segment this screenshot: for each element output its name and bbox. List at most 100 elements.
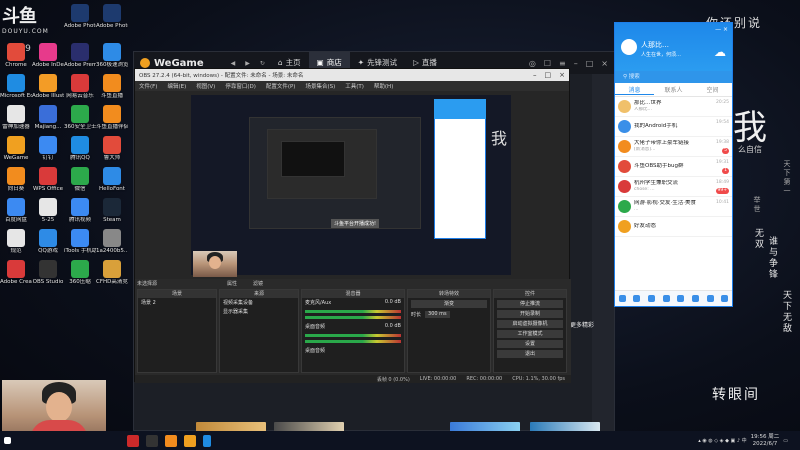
obs-menu-item[interactable]: 帮助(H): [374, 82, 393, 90]
desktop-icon[interactable]: Adobe Premie...: [64, 43, 96, 68]
menu-icon[interactable]: ≡: [559, 59, 566, 68]
minimize-icon[interactable]: –: [574, 59, 578, 68]
scene-item[interactable]: 场景 2: [138, 298, 216, 307]
obs-menu-item[interactable]: 停靠窗口(D): [225, 82, 256, 90]
list-item[interactable]: 大佬子带你上豪车链接 [新消息]… 19:38 5: [615, 137, 732, 157]
qzone-icon[interactable]: [721, 295, 729, 302]
desktop-icon[interactable]: 网易云音乐: [64, 74, 96, 99]
source-item[interactable]: 显示器采集: [220, 307, 298, 316]
gamepad-icon[interactable]: ◎: [529, 59, 536, 68]
obs-menu-item[interactable]: 配置文件(P): [266, 82, 296, 90]
desktop-icon[interactable]: 360极速浏览器: [96, 43, 128, 68]
wegame-taskbar-icon[interactable]: [184, 434, 196, 447]
volume-meter[interactable]: [305, 316, 401, 319]
list-item[interactable]: 我的Android手机 19:54: [615, 117, 732, 137]
desktop-icon[interactable]: OBS Studio: [32, 260, 64, 285]
desktop-icon[interactable]: 1a2400b5...: [96, 229, 128, 254]
desktop-icon[interactable]: Steam: [96, 198, 128, 223]
desktop-icon[interactable]: Adobe Photosh...: [64, 4, 96, 29]
tab-messages[interactable]: 消息: [615, 85, 654, 95]
desktop-icon[interactable]: 百度网盘: [0, 198, 32, 223]
close-icon[interactable]: ×: [601, 59, 608, 68]
duration-input[interactable]: 300 ms: [425, 311, 450, 318]
qq-taskbar-icon[interactable]: [203, 434, 211, 447]
refresh-icon[interactable]: ↻: [255, 60, 270, 67]
tray-icons[interactable]: ▴ ◉ ◍ ◇ ◈ ◆ ▣ ♪ 中: [698, 437, 746, 444]
start-recording-button[interactable]: 开始录制: [497, 310, 563, 318]
back-arrow-icon[interactable]: ◀: [226, 60, 241, 67]
desktop-icon[interactable]: Adobe Illustrat...: [32, 74, 64, 99]
desktop-icon[interactable]: HelloFont: [96, 167, 128, 192]
desktop-icon[interactable]: WeGame: [0, 136, 32, 161]
obs-window[interactable]: OBS 27.2.4 (64-bit, windows) - 配置文件: 未命名…: [134, 68, 571, 383]
list-item[interactable]: 那比…世界 人那比… 20:25: [615, 97, 732, 117]
list-item[interactable]: 杭州学生兼职交流 chose: … 18:49 99+: [615, 177, 732, 197]
filters-button[interactable]: 滤镜: [253, 280, 263, 287]
menu-icon[interactable]: [618, 295, 626, 302]
qq-window[interactable]: — × 人那比… 人生在世，何须… ☁ ⚲ 搜索 消息 联系人 空间 那比…世界…: [614, 22, 733, 307]
desktop-icon[interactable]: 360安全卫士: [64, 105, 96, 130]
desktop-icon[interactable]: WPS Office: [32, 167, 64, 192]
douyu-taskbar-icon[interactable]: [165, 434, 177, 447]
cloud-icon[interactable]: [677, 295, 685, 302]
clock[interactable]: 19:56 周二 2022/6/7: [751, 434, 780, 448]
obs-menu-item[interactable]: 场景集合(S): [305, 82, 335, 90]
start-menu-icon[interactable]: [4, 437, 11, 444]
forward-arrow-icon[interactable]: ▶: [240, 60, 255, 67]
virtual-camera-button[interactable]: 启动虚拟摄像机: [497, 320, 563, 328]
maximize-icon[interactable]: □: [545, 71, 552, 79]
folder-icon[interactable]: [691, 295, 699, 302]
desktop-icon[interactable]: 腾讯视频: [64, 198, 96, 223]
volume-meter[interactable]: [305, 310, 401, 313]
obs-menu-item[interactable]: 编辑(E): [167, 82, 186, 90]
obs-menu-item[interactable]: 视图(V): [196, 82, 215, 90]
desktop-icon[interactable]: 斗鱼直播: [96, 74, 128, 99]
stop-streaming-button[interactable]: 停止推流: [497, 300, 563, 308]
desktop-icon[interactable]: Chrome: [0, 43, 32, 68]
volume-meter[interactable]: [305, 340, 401, 343]
desktop-icon[interactable]: 5-25: [32, 198, 64, 223]
tab-zone[interactable]: 空间: [693, 85, 732, 94]
chat-icon[interactable]: ☐: [544, 59, 551, 68]
more-label[interactable]: 更多精彩: [570, 320, 594, 329]
properties-button[interactable]: 属性: [227, 280, 237, 287]
desktop-icon[interactable]: 规范: [0, 229, 32, 254]
exit-button[interactable]: 退出: [497, 350, 563, 358]
transition-select[interactable]: 渐变: [411, 300, 487, 308]
source-item[interactable]: 视频采集设备: [220, 298, 298, 307]
obs-menu-item[interactable]: 工具(T): [345, 82, 364, 90]
game-icon[interactable]: [662, 295, 670, 302]
desktop-icon[interactable]: 腾讯QQ: [64, 136, 96, 161]
desktop-icon[interactable]: Adobe Photosh...: [96, 4, 128, 29]
list-item[interactable]: 斗鱼OBS助手bug群 19:31 1: [615, 157, 732, 177]
desktop-icon[interactable]: 鲁大师: [96, 136, 128, 161]
avatar[interactable]: [621, 39, 637, 55]
desktop-icon[interactable]: 雷神加速器: [0, 105, 32, 130]
person-icon[interactable]: [633, 295, 641, 302]
desktop-icon[interactable]: 向日葵: [0, 167, 32, 192]
desktop-icon[interactable]: QQ游戏: [32, 229, 64, 254]
settings-button[interactable]: 设置: [497, 340, 563, 348]
grid-icon[interactable]: [648, 295, 656, 302]
qq-window-controls[interactable]: — ×: [715, 26, 728, 33]
studio-mode-button[interactable]: 工作室模式: [497, 330, 563, 338]
desktop-icon[interactable]: Adobe InDesi...: [32, 43, 64, 68]
desktop-icon[interactable]: Majiang...: [32, 105, 64, 130]
obs-menu-item[interactable]: 文件(F): [139, 82, 157, 90]
search-input[interactable]: ⚲ 搜索: [615, 71, 732, 83]
tab-contacts[interactable]: 联系人: [654, 85, 693, 94]
desktop-icon[interactable]: Adobe Creati...: [0, 260, 32, 285]
notification-icon[interactable]: ▭: [783, 438, 788, 444]
desktop-icon[interactable]: 斗鱼直播伴侣: [96, 105, 128, 130]
desktop-icon[interactable]: 钉钉: [32, 136, 64, 161]
desktop-icon[interactable]: 360压缩: [64, 260, 96, 285]
desktop-icon[interactable]: 微信: [64, 167, 96, 192]
qq-signature[interactable]: 人生在世，何须…: [641, 51, 681, 58]
desktop-icon[interactable]: Microsoft Edge: [0, 74, 32, 99]
chrome-taskbar-icon[interactable]: [127, 434, 139, 447]
desktop-icon[interactable]: iTools 手机助手: [64, 229, 96, 254]
maximize-icon[interactable]: □: [586, 59, 594, 68]
shield-icon[interactable]: [706, 295, 714, 302]
list-item[interactable]: 好友动态: [615, 217, 732, 237]
obs-taskbar-icon[interactable]: [146, 434, 158, 447]
